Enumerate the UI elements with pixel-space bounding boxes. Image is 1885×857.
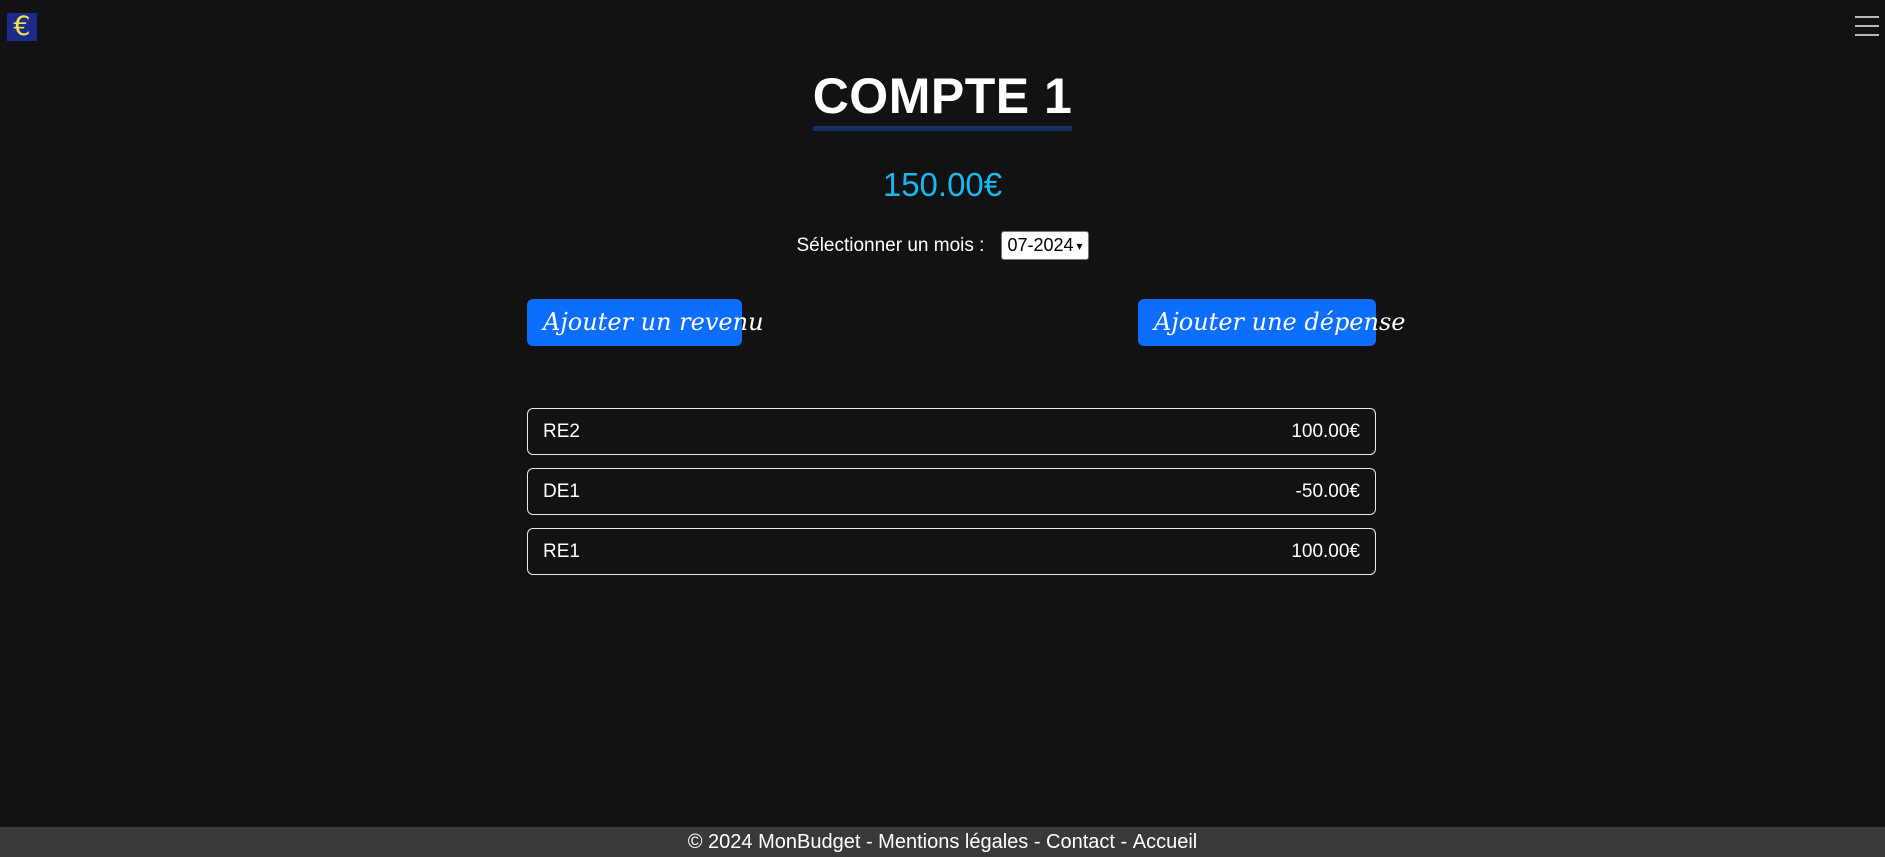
footer: © 2024 MonBudget - Mentions légales - Co… (0, 827, 1885, 857)
footer-separator: - (1028, 830, 1047, 853)
menu-bar (1855, 16, 1879, 18)
account-balance: 150.00€ (882, 166, 1003, 203)
transaction-row[interactable]: RE1 100.00€ (527, 528, 1376, 575)
transaction-amount: -50.00€ (1295, 480, 1360, 502)
transaction-row[interactable]: DE1 -50.00€ (527, 468, 1376, 515)
transaction-name: RE2 (543, 420, 580, 442)
footer-link-mentions-legales[interactable]: Mentions légales (878, 831, 1028, 854)
footer-link-accueil[interactable]: Accueil (1133, 831, 1197, 854)
menu-bar (1855, 25, 1879, 27)
footer-separator: - (860, 830, 879, 853)
transaction-row[interactable]: RE2 100.00€ (527, 408, 1376, 455)
footer-separator: - (1114, 830, 1133, 853)
add-expense-button[interactable]: Ajouter une dépense (1138, 299, 1405, 346)
menu-bar (1855, 34, 1879, 36)
euro-glyph: € (13, 11, 31, 42)
footer-link-contact[interactable]: Contact (1046, 831, 1115, 854)
transaction-amount: 100.00€ (1291, 540, 1360, 562)
add-income-button[interactable]: Ajouter un revenu (527, 299, 764, 346)
month-select[interactable]: 07-2024 ▾ (1001, 231, 1089, 260)
transaction-amount: 100.00€ (1291, 420, 1360, 442)
page-title: COMPTE 1 (812, 68, 1073, 131)
month-select-value: 07-2024 (1007, 235, 1074, 255)
month-label: Sélectionner un mois : (796, 234, 985, 256)
transaction-name: RE1 (543, 540, 580, 562)
title-container: COMPTE 1 (0, 68, 1885, 131)
month-selector-row: Sélectionner un mois : 07-2024 ▾ (0, 231, 1885, 260)
transaction-name: DE1 (543, 480, 580, 502)
hamburger-menu-icon[interactable] (1855, 16, 1879, 36)
page: € COMPTE 1 150.00€ Sélectionner un mois … (0, 0, 1885, 857)
footer-copyright: © 2024 MonBudget (687, 830, 861, 853)
euro-logo-icon[interactable]: € (7, 13, 37, 41)
transaction-list: RE2 100.00€ DE1 -50.00€ RE1 100.00€ (527, 408, 1376, 588)
chevron-down-icon: ▾ (1076, 238, 1083, 253)
